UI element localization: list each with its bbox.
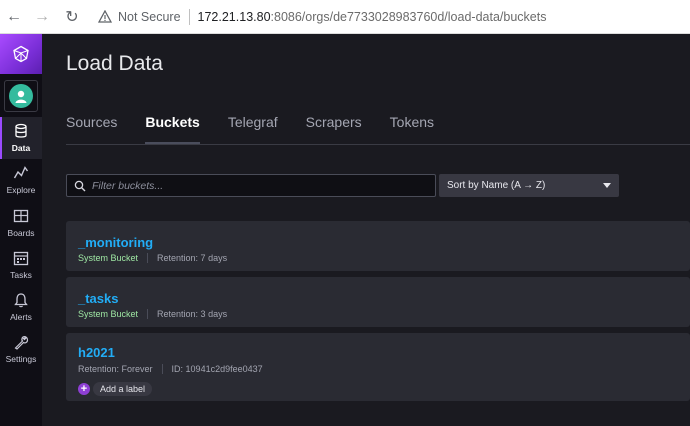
nav-label-boards: Boards <box>7 228 35 238</box>
reload-icon[interactable]: ↻ <box>62 7 82 27</box>
database-icon <box>15 123 27 138</box>
cube-logo-icon <box>13 45 29 63</box>
tab-divider <box>66 144 690 145</box>
nav-item-tasks[interactable]: Tasks <box>0 244 42 286</box>
nav-label-tasks: Tasks <box>10 270 32 280</box>
sort-dropdown[interactable]: Sort by Name (A → Z) <box>439 174 619 197</box>
tab-bar: Sources Buckets Telegraf Scrapers Tokens <box>66 114 462 144</box>
nav-item-alerts[interactable]: Alerts <box>0 286 42 328</box>
system-bucket-badge: System Bucket <box>78 253 139 263</box>
warning-icon <box>98 9 112 23</box>
meta-divider <box>147 253 149 263</box>
nav-item-boards[interactable]: Boards <box>0 202 42 244</box>
bucket-meta: System Bucket Retention: 3 days <box>78 309 227 319</box>
dashboard-icon <box>13 209 29 223</box>
bucket-name[interactable]: _tasks <box>78 291 118 306</box>
address-bar[interactable]: Not Secure 172.21.13.80:8086/orgs/de7733… <box>98 5 546 29</box>
calendar-icon <box>13 251 29 266</box>
browser-toolbar: ← → ↻ Not Secure 172.21.13.80:8086/orgs/… <box>0 0 690 34</box>
active-indicator <box>0 117 2 159</box>
system-bucket-badge: System Bucket <box>78 309 139 319</box>
url-host: 172.21.13.80 <box>197 9 271 24</box>
back-icon[interactable]: ← <box>4 7 24 27</box>
left-navigation: Data Explore Boards Tasks Alerts Setting… <box>0 34 42 426</box>
search-icon <box>74 180 86 191</box>
bucket-meta: System Bucket Retention: 7 days <box>78 253 227 263</box>
filter-buckets-input[interactable] <box>92 179 422 192</box>
chevron-down-icon <box>603 183 611 188</box>
url-path: :8086/orgs/de7733028983760d/load-data/bu… <box>270 9 547 24</box>
bucket-id: ID: 10941c2d9fee0437 <box>171 364 263 374</box>
graph-icon <box>13 166 29 179</box>
sort-dropdown-label: Sort by Name (A → Z) <box>447 180 546 191</box>
add-label-button[interactable]: + Add a label <box>78 382 153 396</box>
bucket-retention: Retention: 3 days <box>157 309 228 319</box>
address-divider <box>188 8 190 25</box>
tab-scrapers[interactable]: Scrapers <box>306 114 362 144</box>
bucket-card[interactable]: _tasks System Bucket Retention: 3 days <box>66 277 690 327</box>
plus-icon: + <box>78 383 90 395</box>
influxdb-logo-icon[interactable] <box>0 34 42 74</box>
bucket-retention: Retention: Forever <box>78 364 153 374</box>
bucket-card[interactable]: _monitoring System Bucket Retention: 7 d… <box>66 221 690 271</box>
bucket-name[interactable]: _monitoring <box>78 235 153 250</box>
bucket-name[interactable]: h2021 <box>78 345 115 360</box>
tab-tokens[interactable]: Tokens <box>390 114 434 144</box>
bucket-retention: Retention: 7 days <box>157 253 228 263</box>
nav-label-alerts: Alerts <box>10 312 32 322</box>
nav-item-explore[interactable]: Explore <box>0 159 42 201</box>
avatar <box>9 84 33 108</box>
wrench-icon <box>14 336 29 350</box>
nav-label-settings: Settings <box>5 354 37 364</box>
tab-buckets[interactable]: Buckets <box>145 114 201 144</box>
user-icon <box>15 90 27 103</box>
add-label-text: Add a label <box>93 382 153 396</box>
meta-divider <box>161 364 163 374</box>
nav-label-data: Data <box>11 143 31 153</box>
bell-icon <box>14 293 28 308</box>
bucket-card[interactable]: h2021 Retention: Forever ID: 10941c2d9fe… <box>66 333 690 401</box>
not-secure-label: Not Secure <box>118 9 181 24</box>
meta-divider <box>147 309 149 319</box>
main-content: Load Data Sources Buckets Telegraf Scrap… <box>42 34 690 426</box>
search-box[interactable] <box>66 174 436 197</box>
bucket-meta: Retention: Forever ID: 10941c2d9fee0437 <box>78 364 263 374</box>
nav-item-settings[interactable]: Settings <box>0 328 42 370</box>
user-avatar-button[interactable] <box>4 80 38 112</box>
tab-sources[interactable]: Sources <box>66 114 117 144</box>
nav-item-data[interactable]: Data <box>0 117 42 159</box>
page-title: Load Data <box>66 52 163 75</box>
tab-telegraf[interactable]: Telegraf <box>228 114 278 144</box>
forward-icon[interactable]: → <box>32 7 52 27</box>
nav-label-explore: Explore <box>6 185 36 195</box>
